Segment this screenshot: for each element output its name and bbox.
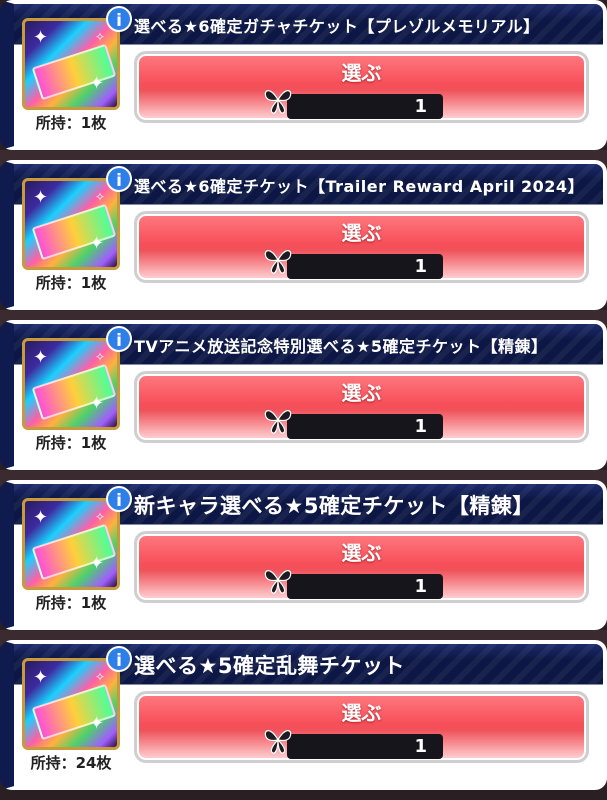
cost-value: 1 xyxy=(414,256,427,277)
select-button[interactable]: 選ぶ 1 xyxy=(134,371,589,443)
butterfly-icon xyxy=(264,570,292,594)
ticket-title: 選べる★6確定ガチャチケット【プレゾルメモリアル】 xyxy=(134,17,540,36)
sparkle-icon: ✦ xyxy=(89,233,105,254)
ticket-thumbnail[interactable]: ✦ ✦ ✧ xyxy=(22,658,120,750)
sparkle-icon: ✦ xyxy=(89,553,105,574)
ticket-title: TVアニメ放送記念特別選べる★5確定チケット【精錬】 xyxy=(134,337,548,356)
sparkle-icon: ✦ xyxy=(33,347,49,368)
select-button[interactable]: 選ぶ 1 xyxy=(134,51,589,123)
ticket-thumbnail[interactable]: ✦ ✦ ✧ xyxy=(22,498,120,590)
cost-bar: 1 xyxy=(287,734,443,759)
sparkle-icon: ✧ xyxy=(95,350,106,364)
owned-count: 所持：1枚 xyxy=(35,114,107,132)
cost-value: 1 xyxy=(414,576,427,597)
info-icon[interactable]: i xyxy=(106,166,132,192)
select-button-label: 選ぶ xyxy=(341,541,382,565)
select-button-label: 選ぶ xyxy=(341,381,382,405)
sparkle-icon: ✦ xyxy=(33,187,49,208)
ticket-thumbnail[interactable]: ✦ ✦ ✧ xyxy=(22,18,120,110)
sparkle-icon: ✧ xyxy=(95,190,106,204)
info-icon[interactable]: i xyxy=(106,486,132,512)
butterfly-icon xyxy=(264,410,292,434)
butterfly-icon xyxy=(264,250,292,274)
select-button-label: 選ぶ xyxy=(341,701,382,725)
owned-count: 所持：1枚 xyxy=(35,274,107,292)
ticket-card: ✦ ✦ ✧ i TVアニメ放送記念特別選べる★5確定チケット【精錬】 所持：1枚… xyxy=(0,320,607,470)
ticket-title: 新キャラ選べる★5確定チケット【精錬】 xyxy=(134,494,534,518)
sparkle-icon: ✧ xyxy=(95,670,106,684)
select-button[interactable]: 選ぶ 1 xyxy=(134,531,589,603)
butterfly-icon xyxy=(264,730,292,754)
cost-bar: 1 xyxy=(287,414,443,439)
cost-value: 1 xyxy=(414,416,427,437)
ticket-card: ✦ ✦ ✧ i 新キャラ選べる★5確定チケット【精錬】 所持：1枚 選ぶ 1 xyxy=(0,480,607,630)
select-button[interactable]: 選ぶ 1 xyxy=(134,211,589,283)
cost-bar: 1 xyxy=(287,254,443,279)
butterfly-icon xyxy=(264,90,292,114)
info-icon[interactable]: i xyxy=(106,326,132,352)
ticket-title: 選べる★6確定チケット【Trailer Reward April 2024】 xyxy=(134,177,585,196)
sparkle-icon: ✦ xyxy=(33,667,49,688)
select-button-label: 選ぶ xyxy=(341,61,382,85)
sparkle-icon: ✦ xyxy=(89,73,105,94)
owned-count: 所持：1枚 xyxy=(35,434,107,452)
select-button[interactable]: 選ぶ 1 xyxy=(134,691,589,763)
sparkle-icon: ✦ xyxy=(33,507,49,528)
cost-value: 1 xyxy=(414,96,427,117)
sparkle-icon: ✧ xyxy=(95,510,106,524)
owned-count: 所持：24枚 xyxy=(30,754,112,772)
cost-value: 1 xyxy=(414,736,427,757)
select-button-label: 選ぶ xyxy=(341,221,382,245)
sparkle-icon: ✧ xyxy=(95,30,106,44)
info-icon[interactable]: i xyxy=(106,646,132,672)
ticket-card: ✦ ✦ ✧ i 選べる★6確定ガチャチケット【プレゾルメモリアル】 所持：1枚 … xyxy=(0,0,607,150)
ticket-card: ✦ ✦ ✧ i 選べる★6確定チケット【Trailer Reward April… xyxy=(0,160,607,310)
ticket-title: 選べる★5確定乱舞チケット xyxy=(134,654,405,678)
sparkle-icon: ✦ xyxy=(89,713,105,734)
owned-count: 所持：1枚 xyxy=(35,594,107,612)
ticket-thumbnail[interactable]: ✦ ✦ ✧ xyxy=(22,338,120,430)
ticket-thumbnail[interactable]: ✦ ✦ ✧ xyxy=(22,178,120,270)
sparkle-icon: ✦ xyxy=(89,393,105,414)
sparkle-icon: ✦ xyxy=(33,27,49,48)
info-icon[interactable]: i xyxy=(106,6,132,32)
cost-bar: 1 xyxy=(287,574,443,599)
cost-bar: 1 xyxy=(287,94,443,119)
ticket-card: ✦ ✦ ✧ i 選べる★5確定乱舞チケット 所持：24枚 選ぶ 1 xyxy=(0,640,607,790)
